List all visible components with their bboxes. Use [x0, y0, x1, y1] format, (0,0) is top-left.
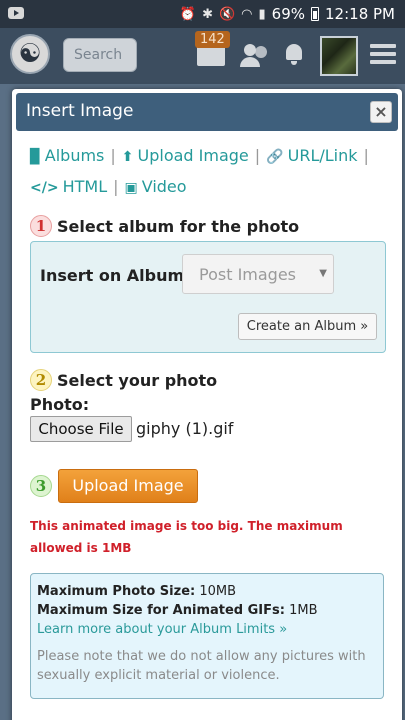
photo-label: Photo: [30, 395, 90, 414]
choose-file-button[interactable]: Choose File [30, 416, 132, 442]
insert-image-modal: Insert Image × ▉ Albums | ⬆ Upload Image | 🔗 UR… [12, 89, 402, 720]
hamburger-icon [370, 44, 396, 48]
error-message: This animated image is too big. The maxi… [30, 519, 343, 555]
app-header: ☯ Search 142 [0, 28, 405, 84]
bell-icon [286, 44, 302, 60]
max-gif-size: Maximum Size for Animated GIFs: 1MB [37, 603, 318, 618]
avatar[interactable] [320, 36, 358, 76]
battery-icon [311, 7, 320, 21]
album-selected-value: Post Images [199, 265, 297, 284]
notifications-button[interactable] [284, 44, 304, 66]
album-select[interactable]: Post Images ▼ [182, 254, 334, 294]
insert-tabs: ▉ Albums | ⬆ Upload Image | 🔗 URL/Link | </> HTML |… [30, 146, 369, 196]
step-3-heading: 3 [30, 475, 57, 497]
step-1-heading: 1 Select album for the photo [30, 215, 299, 237]
modal-header: Insert Image × [16, 93, 398, 131]
status-icons: ⏰ ✱ 🔇 ◠ ▮ 69% 12:18 PM [180, 5, 395, 23]
envelope-icon [197, 46, 225, 66]
step-1-number: 1 [30, 215, 52, 237]
album-limits-link[interactable]: Learn more about your Album Limits » [37, 620, 377, 639]
friends-button[interactable] [240, 44, 270, 68]
signal-icon: ▮ [258, 6, 266, 22]
bluetooth-icon: ✱ [202, 6, 213, 22]
link-icon: 🔗 [266, 149, 284, 165]
yin-yang-icon: ☯ [18, 39, 42, 69]
album-panel: Insert on Album: Post Images ▼ Create an… [30, 241, 386, 353]
video-icon: ▣ [124, 180, 138, 196]
content-policy-note: Please note that we do not allow any pic… [37, 649, 366, 683]
selected-file-name: giphy (1).gif [136, 419, 234, 438]
tab-html[interactable]: </> HTML [30, 177, 107, 196]
albums-icon: ▉ [30, 149, 41, 165]
search-input[interactable]: Search [63, 38, 137, 72]
youtube-notification-icon [8, 7, 24, 19]
step-1-title: Select album for the photo [57, 216, 300, 236]
upload-image-button[interactable]: Upload Image [58, 469, 198, 503]
album-label: Insert on Album: [40, 266, 191, 285]
menu-button[interactable] [370, 44, 396, 66]
step-2-number: 2 [30, 369, 52, 391]
battery-percent: 69% [271, 5, 306, 23]
album-limits-info: Maximum Photo Size: 10MB Maximum Size fo… [30, 573, 384, 699]
alarm-icon: ⏰ [179, 6, 197, 22]
status-bar: ⏰ ✱ 🔇 ◠ ▮ 69% 12:18 PM [0, 0, 405, 28]
step-2-title: Select your photo [57, 370, 218, 390]
clock: 12:18 PM [325, 5, 395, 23]
close-button[interactable]: × [370, 101, 392, 123]
dropdown-arrow-icon: ▼ [319, 268, 327, 279]
message-count-badge: 142 [195, 31, 230, 48]
code-icon: </> [30, 180, 59, 196]
mute-icon: 🔇 [218, 6, 236, 22]
step-2-heading: 2 Select your photo [30, 369, 217, 391]
site-logo[interactable]: ☯ [10, 34, 50, 74]
step-3-number: 3 [30, 475, 52, 497]
tab-url-link[interactable]: 🔗 URL/Link [266, 146, 357, 165]
tab-albums[interactable]: ▉ Albums [30, 146, 104, 165]
upload-icon: ⬆ [121, 149, 134, 165]
max-photo-size: Maximum Photo Size: 10MB [37, 584, 237, 599]
tab-video[interactable]: ▣ Video [125, 177, 187, 196]
modal-title: Insert Image [26, 101, 134, 121]
wifi-icon: ◠ [241, 6, 253, 22]
tab-upload-image[interactable]: ⬆ Upload Image [122, 146, 249, 165]
create-album-button[interactable]: Create an Album » [238, 313, 377, 340]
